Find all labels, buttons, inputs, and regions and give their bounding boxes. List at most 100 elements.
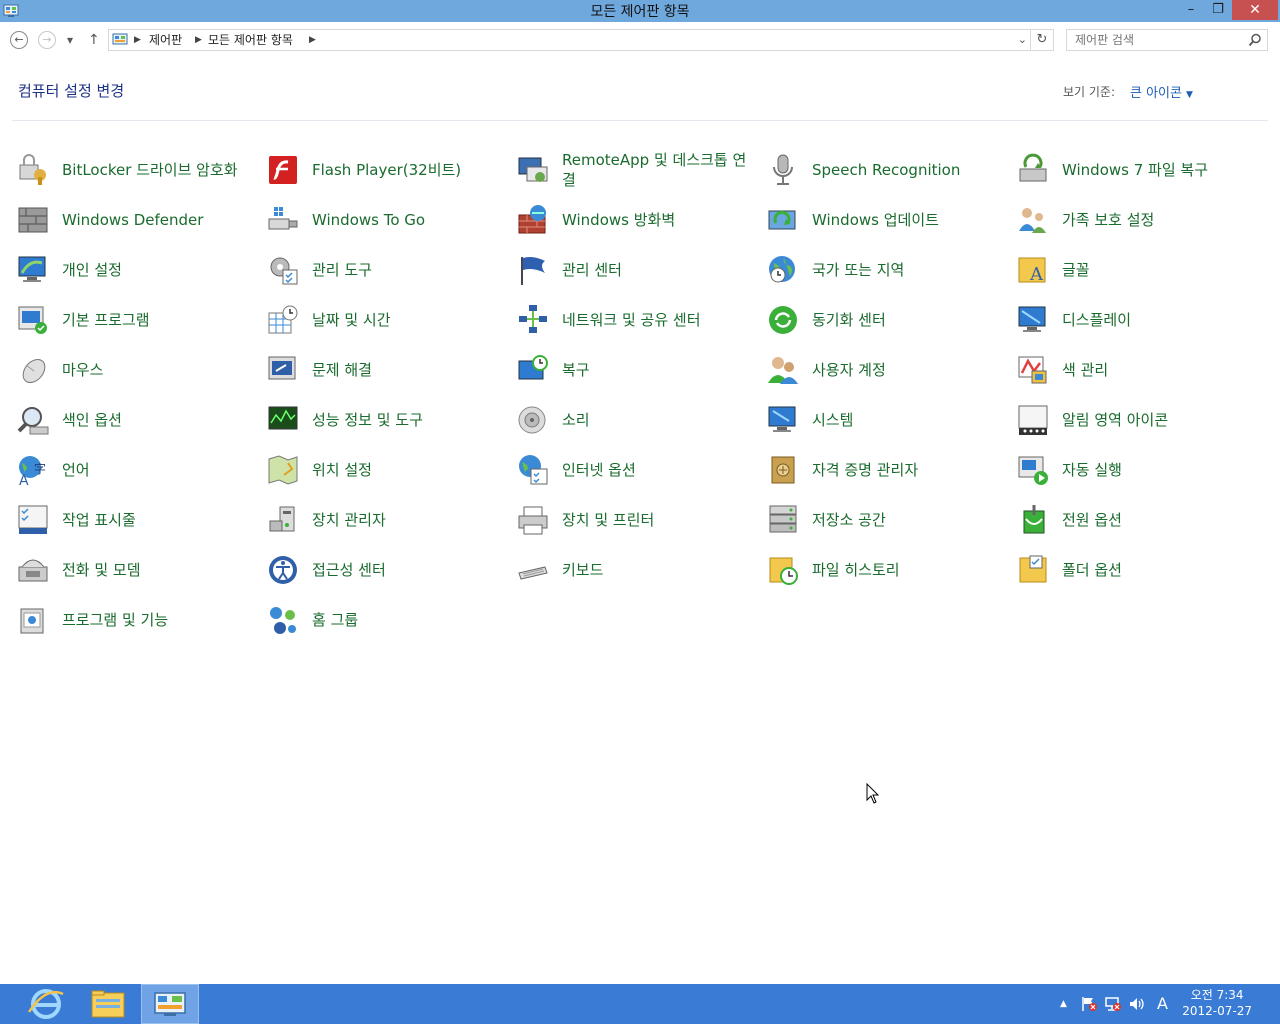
control-panel-item-label[interactable]: Windows Defender (62, 210, 252, 230)
control-panel-item[interactable]: Windows 업데이트 (766, 195, 1016, 245)
indexing-icon[interactable] (16, 403, 50, 437)
search-box[interactable] (1066, 29, 1268, 51)
control-panel-item[interactable]: 복구 (516, 345, 766, 395)
control-panel-item[interactable]: 접근성 센터 (266, 545, 516, 595)
control-panel-item-label[interactable]: 개인 설정 (62, 260, 252, 280)
color-management-icon[interactable] (1016, 353, 1050, 387)
control-panel-item[interactable]: 날짜 및 시간 (266, 295, 516, 345)
control-panel-item[interactable]: 작업 표시줄 (16, 495, 266, 545)
breadcrumb-separator[interactable]: ▶ (134, 32, 141, 48)
action-center-flag-icon[interactable] (516, 253, 550, 287)
control-panel-item-label[interactable]: 인터넷 옵션 (562, 460, 752, 480)
mouse-icon[interactable] (16, 353, 50, 387)
control-panel-item[interactable]: 홈 그룹 (266, 595, 516, 645)
control-panel-item[interactable]: 국가 또는 지역 (766, 245, 1016, 295)
control-panel-item[interactable]: Windows 7 파일 복구 (1016, 145, 1266, 195)
firewall-icon[interactable] (516, 203, 550, 237)
control-panel-item[interactable]: 색 관리 (1016, 345, 1266, 395)
recent-locations-button[interactable]: ▾ (67, 31, 73, 49)
control-panel-item-label[interactable]: 자동 실행 (1062, 460, 1252, 480)
programs-features-icon[interactable] (16, 603, 50, 637)
autoplay-icon[interactable] (1016, 453, 1050, 487)
action-center-flag-icon[interactable] (1080, 996, 1098, 1012)
control-panel-item[interactable]: 가족 보호 설정 (1016, 195, 1266, 245)
language-icon[interactable]: A字 (16, 453, 50, 487)
file-recovery-icon[interactable] (1016, 153, 1050, 187)
network-icon[interactable] (516, 303, 550, 337)
input-indicator[interactable]: A (1157, 994, 1168, 1014)
address-bar[interactable]: ▶ 제어판 ▶ 모든 제어판 항목 ▶ ⌄ ↻ (108, 29, 1054, 51)
notification-area-icon[interactable] (1016, 403, 1050, 437)
forward-button[interactable]: → (38, 31, 56, 49)
control-panel-item-label[interactable]: 글꼴 (1062, 260, 1252, 280)
control-panel-item[interactable]: Flash Player(32비트) (266, 145, 516, 195)
control-panel-item-label[interactable]: RemoteApp 및 데스크톱 연결 (562, 150, 752, 190)
control-panel-item-label[interactable]: 폴더 옵션 (1062, 560, 1252, 580)
refresh-button[interactable]: ↻ (1030, 30, 1053, 50)
control-panel-item-label[interactable]: 성능 정보 및 도구 (312, 410, 502, 430)
control-panel-item[interactable]: 네트워크 및 공유 센터 (516, 295, 766, 345)
control-panel-item-label[interactable]: 접근성 센터 (312, 560, 502, 580)
control-panel-item[interactable]: A 字 언어 (16, 445, 266, 495)
control-panel-item-label[interactable]: 전원 옵션 (1062, 510, 1252, 530)
control-panel-item[interactable]: A 글꼴 (1016, 245, 1266, 295)
calendar-clock-icon[interactable] (266, 303, 300, 337)
maximize-button[interactable]: ❐ (1205, 0, 1231, 20)
system-icon[interactable] (766, 403, 800, 437)
control-panel-item-label[interactable]: 동기화 센터 (812, 310, 1002, 330)
control-panel-item-label[interactable]: 파일 히스토리 (812, 560, 1002, 580)
device-manager-icon[interactable] (266, 503, 300, 537)
control-panel-item-label[interactable]: 장치 관리자 (312, 510, 502, 530)
up-button[interactable]: ↑ (88, 31, 100, 49)
control-panel-item[interactable]: 마우스 (16, 345, 266, 395)
control-panel-item[interactable]: Windows 방화벽 (516, 195, 766, 245)
phone-modem-icon[interactable] (16, 553, 50, 587)
clock[interactable]: 오전 7:34 2012-07-27 (1182, 987, 1252, 1019)
control-panel-item-label[interactable]: 전화 및 모뎀 (62, 560, 252, 580)
control-panel-item-label[interactable]: 기본 프로그램 (62, 310, 252, 330)
control-panel-item[interactable]: 관리 도구 (266, 245, 516, 295)
control-panel-item-label[interactable]: 디스플레이 (1062, 310, 1252, 330)
control-panel-item-label[interactable]: 복구 (562, 360, 752, 380)
control-panel-item[interactable]: 키보드 (516, 545, 766, 595)
control-panel-item-label[interactable]: 시스템 (812, 410, 1002, 430)
control-panel-item[interactable]: 자격 증명 관리자 (766, 445, 1016, 495)
control-panel-item[interactable]: 전원 옵션 (1016, 495, 1266, 545)
sync-icon[interactable] (766, 303, 800, 337)
storage-spaces-icon[interactable] (766, 503, 800, 537)
control-panel-item[interactable]: 개인 설정 (16, 245, 266, 295)
control-panel-item[interactable]: 파일 히스토리 (766, 545, 1016, 595)
folder-options-icon[interactable] (1016, 553, 1050, 587)
control-panel-item[interactable]: 문제 해결 (266, 345, 516, 395)
display-icon[interactable] (1016, 303, 1050, 337)
default-programs-icon[interactable] (16, 303, 50, 337)
control-panel-item-label[interactable]: BitLocker 드라이브 암호화 (62, 160, 252, 180)
taskbar-internet-explorer[interactable] (17, 984, 75, 1024)
control-panel-item-label[interactable]: 저장소 공간 (812, 510, 1002, 530)
admin-tools-icon[interactable] (266, 253, 300, 287)
control-panel-item[interactable]: 장치 및 프린터 (516, 495, 766, 545)
taskbar-file-explorer[interactable] (79, 984, 137, 1024)
breadcrumb-separator[interactable]: ▶ (195, 32, 202, 48)
keyboard-icon[interactable] (516, 553, 550, 587)
bitlocker-icon[interactable] (16, 153, 50, 187)
control-panel-item[interactable]: BitLocker 드라이브 암호화 (16, 145, 266, 195)
performance-icon[interactable] (266, 403, 300, 437)
control-panel-item[interactable]: 저장소 공간 (766, 495, 1016, 545)
control-panel-item[interactable]: 인터넷 옵션 (516, 445, 766, 495)
defender-icon[interactable] (16, 203, 50, 237)
control-panel-item[interactable]: 프로그램 및 기능 (16, 595, 266, 645)
homegroup-icon[interactable] (266, 603, 300, 637)
breadcrumb-separator[interactable]: ▶ (309, 32, 316, 48)
tray-overflow-arrow[interactable]: ▲ (1060, 994, 1067, 1014)
control-panel-item-label[interactable]: Flash Player(32비트) (312, 160, 502, 180)
search-icon[interactable] (1248, 33, 1262, 47)
control-panel-item-label[interactable]: 국가 또는 지역 (812, 260, 1002, 280)
credential-vault-icon[interactable] (766, 453, 800, 487)
user-accounts-icon[interactable] (766, 353, 800, 387)
recovery-icon[interactable] (516, 353, 550, 387)
breadcrumb-control-panel[interactable]: 제어판 (149, 32, 182, 48)
search-input[interactable] (1067, 30, 1243, 50)
region-globe-icon[interactable] (766, 253, 800, 287)
internet-options-icon[interactable] (516, 453, 550, 487)
